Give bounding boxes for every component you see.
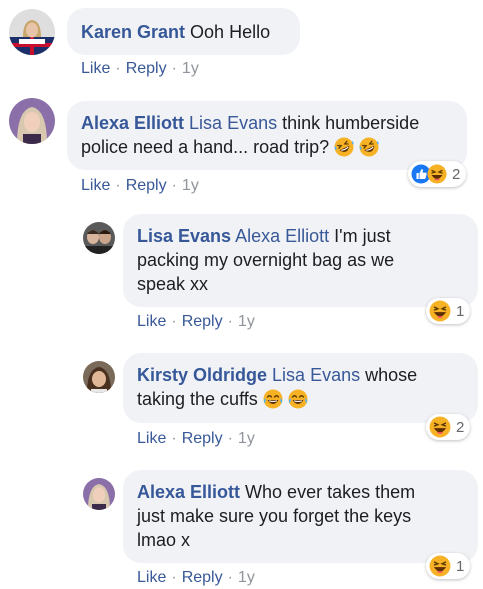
haha-reaction-icon <box>429 555 451 577</box>
reaction-summary[interactable]: 1 <box>426 553 471 579</box>
comment-author[interactable]: Kirsty Oldridge <box>137 365 267 385</box>
rofl-emoji-icon <box>359 137 380 157</box>
avatar-alexa-elliott-icon <box>9 98 55 144</box>
joy-emoji-icon <box>262 389 283 409</box>
separator: · <box>171 60 177 77</box>
joy-emoji-icon <box>287 389 308 409</box>
reply-link[interactable]: Reply <box>126 60 167 77</box>
comment-text: think humberside <box>282 113 420 133</box>
comment-bubble: Karen Grant Ooh Hello <box>67 8 300 55</box>
separator: · <box>115 177 121 194</box>
comment-actions: Like · Reply · 1y <box>137 313 255 331</box>
avatar-lisa-evans-icon <box>83 222 115 254</box>
separator: · <box>227 569 233 586</box>
comment-text: just make sure you forget the keys <box>137 506 412 526</box>
separator: · <box>171 569 177 586</box>
comment-text: Ooh Hello <box>190 22 271 42</box>
separator: · <box>227 430 233 447</box>
timestamp[interactable]: 1y <box>182 60 199 77</box>
like-link[interactable]: Like <box>137 313 166 330</box>
avatar[interactable] <box>9 9 55 55</box>
comment-text: packing my overnight bag as we <box>137 250 395 270</box>
avatar-alexa-elliott-icon <box>83 478 115 510</box>
comment-author[interactable]: Alexa Elliott <box>81 113 184 133</box>
rofl-emoji-icon <box>334 137 355 157</box>
comment-bubble: Kirsty Oldridge Lisa Evans whose taking … <box>123 353 478 423</box>
avatar[interactable] <box>83 478 115 510</box>
reaction-count: 2 <box>452 165 461 183</box>
separator: · <box>171 177 177 194</box>
avatar[interactable] <box>83 222 115 254</box>
reply-link[interactable]: Reply <box>182 313 223 330</box>
reply-link[interactable]: Reply <box>126 177 167 194</box>
comment-bubble: Lisa Evans Alexa Elliott I'm just packin… <box>123 214 478 307</box>
comment-text: lmao x <box>137 530 191 550</box>
separator: · <box>115 60 121 77</box>
reaction-count: 1 <box>456 557 465 575</box>
comment-author[interactable]: Lisa Evans <box>137 226 231 246</box>
mention-link[interactable]: Lisa Evans <box>272 365 360 385</box>
avatar-kirsty-oldridge-icon <box>83 361 115 393</box>
comment-author[interactable]: Alexa Elliott <box>137 482 240 502</box>
like-link[interactable]: Like <box>137 430 166 447</box>
comment-text: I'm just <box>334 226 391 246</box>
reaction-summary[interactable]: 1 <box>426 298 471 324</box>
reaction-count: 1 <box>456 302 465 320</box>
comment-text: police need a hand... road trip? <box>81 137 330 157</box>
comment-author[interactable]: Karen Grant <box>81 22 185 42</box>
timestamp[interactable]: 1y <box>238 313 255 330</box>
haha-reaction-icon <box>427 164 447 184</box>
separator: · <box>227 313 233 330</box>
timestamp[interactable]: 1y <box>182 177 199 194</box>
reply-link[interactable]: Reply <box>182 569 223 586</box>
comment-text: Who ever takes them <box>245 482 416 502</box>
avatar[interactable] <box>9 98 55 144</box>
comment-text: taking the cuffs <box>137 389 258 409</box>
reaction-summary[interactable]: 2 <box>426 414 471 440</box>
comment-bubble: Alexa Elliott Who ever takes them just m… <box>123 470 478 563</box>
separator: · <box>171 313 177 330</box>
like-link[interactable]: Like <box>81 177 110 194</box>
timestamp[interactable]: 1y <box>238 430 255 447</box>
comment-actions: Like · Reply · 1y <box>137 569 255 587</box>
haha-reaction-icon <box>429 416 451 438</box>
reaction-count: 2 <box>456 418 465 436</box>
comment-actions: Like · Reply · 1y <box>137 430 255 448</box>
separator: · <box>171 430 177 447</box>
reaction-summary[interactable]: 2 <box>408 161 467 187</box>
like-link[interactable]: Like <box>81 60 110 77</box>
comment-text: whose <box>365 365 418 385</box>
haha-reaction-icon <box>429 300 451 322</box>
timestamp[interactable]: 1y <box>238 569 255 586</box>
avatar-karen-grant-icon <box>9 9 55 55</box>
comment-bubble: Alexa Elliott Lisa Evans think humbersid… <box>67 101 467 170</box>
comment-actions: Like · Reply · 1y <box>81 177 199 195</box>
like-link[interactable]: Like <box>137 569 166 586</box>
mention-link[interactable]: Alexa Elliott <box>235 226 329 246</box>
mention-link[interactable]: Lisa Evans <box>189 113 277 133</box>
reply-link[interactable]: Reply <box>182 430 223 447</box>
comment-actions: Like · Reply · 1y <box>81 60 199 78</box>
avatar[interactable] <box>83 361 115 393</box>
comment-text: speak xx <box>137 274 209 294</box>
